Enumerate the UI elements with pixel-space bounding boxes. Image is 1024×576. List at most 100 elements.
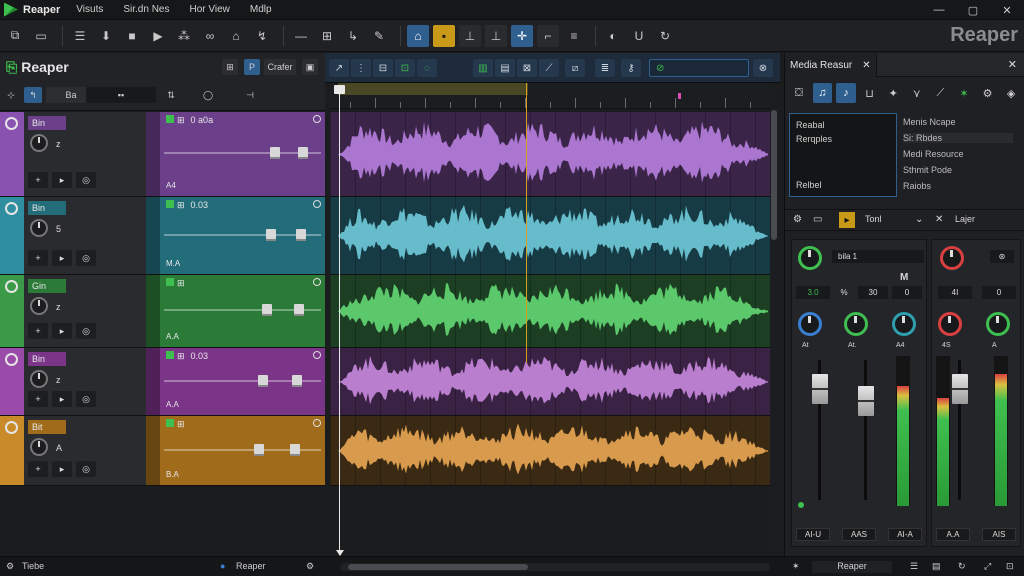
- playhead-line[interactable]: [339, 90, 340, 555]
- window-icon[interactable]: ▣: [302, 59, 318, 75]
- track-fx-area[interactable]: ⊞ B.A: [160, 416, 325, 485]
- close-button[interactable]: ✕: [990, 0, 1024, 20]
- list-item[interactable]: Si: Rbdes: [903, 133, 1013, 143]
- horizontal-scroll-thumb[interactable]: [348, 564, 528, 570]
- track-name[interactable]: Bin: [28, 352, 66, 366]
- tree-item-relbel[interactable]: Relbel: [796, 180, 822, 190]
- circle-icon[interactable]: ◯: [200, 87, 216, 103]
- down-arrow-icon[interactable]: ⬇: [95, 25, 117, 47]
- volume-knob[interactable]: [30, 438, 48, 456]
- strip-footer[interactable]: AI-A: [888, 528, 922, 541]
- track-name[interactable]: Gin: [28, 279, 66, 293]
- route-small-icon[interactable]: ⊛: [990, 250, 1014, 263]
- settings-icon[interactable]: ⚙: [978, 83, 998, 103]
- timeline-ruler[interactable]: [330, 83, 770, 109]
- track-name[interactable]: Bin: [28, 201, 66, 215]
- audio-waveform[interactable]: [338, 416, 770, 486]
- fx-active-icon[interactable]: [166, 278, 174, 286]
- fx-bypass-icon[interactable]: [313, 115, 321, 123]
- audio-waveform[interactable]: [338, 348, 770, 416]
- marker-icon[interactable]: ⌂: [225, 25, 247, 47]
- move-icon[interactable]: ⊥: [485, 24, 507, 47]
- green-bars-icon[interactable]: ▥: [473, 59, 493, 77]
- crosshair-icon[interactable]: ✛: [511, 24, 533, 47]
- paint-icon[interactable]: ◈: [1001, 83, 1021, 103]
- play-yellow-icon[interactable]: ▸: [839, 212, 855, 228]
- track-color-strip[interactable]: [0, 197, 24, 274]
- lajer-label[interactable]: Lajer: [955, 214, 975, 224]
- strip-footer[interactable]: AI-U: [796, 528, 830, 541]
- edit-icon[interactable]: P: [244, 59, 260, 75]
- fx-bypass-icon[interactable]: [313, 278, 321, 286]
- cross-grid-icon[interactable]: ⊠: [517, 59, 537, 77]
- metronome-icon[interactable]: ≡: [563, 25, 585, 47]
- volume-fader[interactable]: [812, 374, 828, 404]
- vertical-scrollbar[interactable]: [770, 110, 778, 555]
- fx-handle[interactable]: [298, 147, 308, 159]
- track-lane[interactable]: [330, 275, 770, 348]
- send-knob[interactable]: [892, 312, 916, 336]
- key-icon[interactable]: ⚷: [621, 59, 641, 77]
- power-icon[interactable]: [5, 353, 18, 366]
- green-loop-icon[interactable]: ◌: [417, 59, 437, 77]
- strip-name[interactable]: bila 1: [832, 250, 924, 263]
- fx-icon[interactable]: ◎: [76, 391, 96, 407]
- pen-icon[interactable]: ⟋: [931, 83, 951, 103]
- fx-handle[interactable]: [266, 229, 276, 241]
- volume-knob[interactable]: [30, 134, 48, 152]
- list-item[interactable]: Menis Ncape: [903, 117, 956, 127]
- power-icon[interactable]: [5, 117, 18, 130]
- fx-chain-icon[interactable]: ⊞: [177, 351, 185, 361]
- send-knob[interactable]: [798, 312, 822, 336]
- tune-icon[interactable]: ◐: [602, 25, 624, 47]
- marker-pink[interactable]: [678, 93, 681, 99]
- menu-item-help[interactable]: Mdlp: [250, 4, 272, 15]
- volume-fader[interactable]: [952, 374, 968, 404]
- snap-icon[interactable]: ⧉: [4, 25, 26, 47]
- ripple-icon[interactable]: ↯: [251, 25, 273, 47]
- zoom-icon[interactable]: ⌐: [537, 24, 559, 47]
- add-icon[interactable]: +: [28, 391, 48, 407]
- minimize-button[interactable]: —: [922, 0, 956, 20]
- ruler-icon[interactable]: ⋮: [351, 59, 371, 77]
- audio-waveform[interactable]: [338, 112, 770, 197]
- audio-waveform[interactable]: [338, 275, 770, 348]
- sparkle-icon[interactable]: ✶: [954, 83, 974, 103]
- slope-icon[interactable]: ⟋: [539, 59, 559, 77]
- list-item[interactable]: Raiobs: [903, 181, 931, 191]
- tree-item-rerqples[interactable]: Rerqples: [796, 134, 832, 144]
- gear-small-icon[interactable]: ⚙: [306, 561, 314, 572]
- pan-knob[interactable]: [940, 246, 964, 270]
- list-small-icon[interactable]: ☰: [910, 561, 918, 572]
- volume-knob[interactable]: [30, 297, 48, 315]
- power-icon[interactable]: [5, 421, 18, 434]
- swap-icon[interactable]: ⇅: [164, 87, 178, 103]
- pan-knob[interactable]: [798, 246, 822, 270]
- track-name[interactable]: Bit: [28, 420, 66, 434]
- fx-handle[interactable]: [262, 304, 272, 316]
- fx-bypass-icon[interactable]: [313, 200, 321, 208]
- fx-active-icon[interactable]: [166, 351, 174, 359]
- star-icon[interactable]: ✦: [883, 83, 903, 103]
- add-icon[interactable]: +: [28, 461, 48, 477]
- settings-small-icon[interactable]: ⚙: [6, 561, 14, 572]
- track-color-strip[interactable]: [0, 112, 24, 196]
- fx-chain-icon[interactable]: ⊞: [177, 419, 185, 429]
- playhead-handle[interactable]: [334, 85, 345, 94]
- grid-yellow-icon[interactable]: ▪: [433, 24, 455, 47]
- arm-icon[interactable]: ▸: [52, 391, 72, 407]
- fx-handle[interactable]: [270, 147, 280, 159]
- add-icon[interactable]: +: [28, 250, 48, 266]
- volume-knob[interactable]: [30, 219, 48, 237]
- trim-icon[interactable]: ✎: [368, 25, 390, 47]
- loop-icon[interactable]: ∞: [199, 25, 221, 47]
- track-color-strip[interactable]: [0, 348, 24, 415]
- fx-active-icon[interactable]: [166, 200, 174, 208]
- audio-waveform[interactable]: [338, 197, 770, 275]
- track-row[interactable]: Bin z + ▸ ◎ ⊞ 0 a0a A4: [0, 112, 325, 197]
- note-icon[interactable]: ♫: [812, 83, 833, 103]
- track-color-strip[interactable]: [0, 275, 24, 347]
- link-icon[interactable]: —: [290, 25, 312, 47]
- fx-chain-icon[interactable]: ⊞: [177, 200, 185, 210]
- green-grid-icon[interactable]: ⊡: [395, 59, 415, 77]
